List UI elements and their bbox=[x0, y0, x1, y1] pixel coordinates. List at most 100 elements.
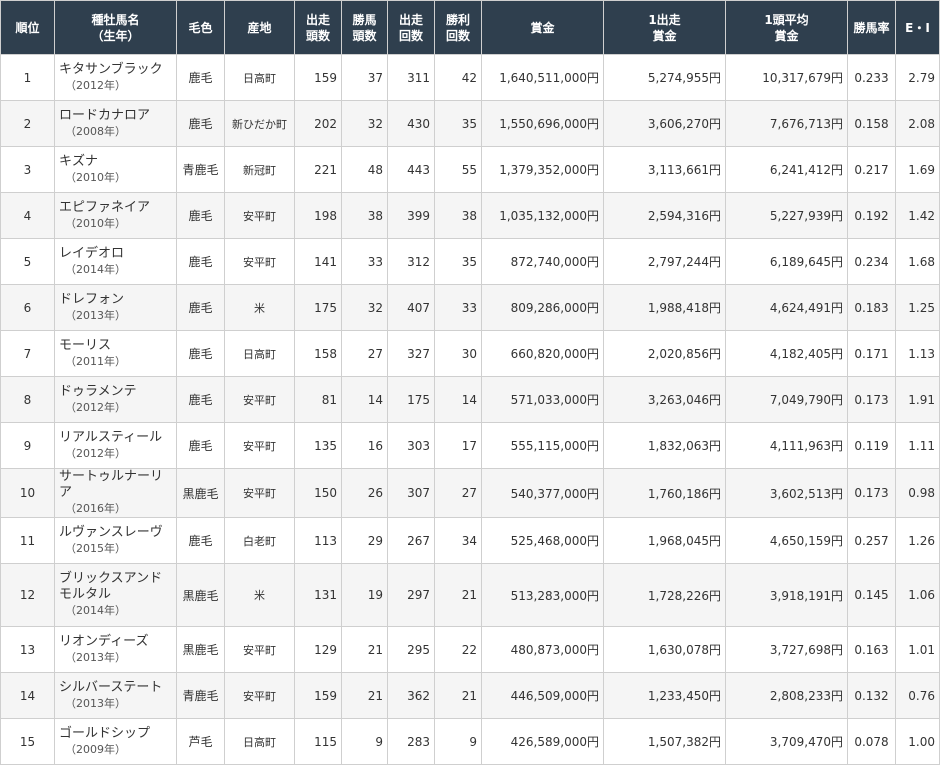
sire-name-link[interactable]: キタサンブラック bbox=[59, 62, 172, 78]
winners-cell: 16 bbox=[341, 422, 388, 469]
coat-color-cell: 青鹿毛 bbox=[176, 146, 225, 193]
sire-name-link[interactable]: レイデオロ bbox=[59, 246, 172, 262]
coat-color-cell: 鹿毛 bbox=[176, 284, 225, 331]
header-win-rate[interactable]: 勝馬率 bbox=[847, 0, 896, 55]
birth-year: （2016年） bbox=[65, 502, 126, 515]
winners-cell: 19 bbox=[341, 563, 388, 627]
header-per-head-earnings[interactable]: 1頭平均 賞金 bbox=[725, 0, 848, 55]
earnings-cell: 1,640,511,000円 bbox=[481, 54, 604, 101]
rank-cell: 2 bbox=[0, 100, 55, 147]
per-head-cell: 6,189,645円 bbox=[725, 238, 848, 285]
header-sire-name[interactable]: 種牡馬名 （生年） bbox=[54, 0, 177, 55]
header-winners[interactable]: 勝馬 頭数 bbox=[341, 0, 388, 55]
origin-cell: 安平町 bbox=[224, 238, 295, 285]
sire-name-link[interactable]: ルヴァンスレーヴ bbox=[59, 525, 172, 541]
sire-name-link[interactable]: モーリス bbox=[59, 338, 172, 354]
sire-name-link[interactable]: ドレフォン bbox=[59, 292, 172, 308]
per-start-cell: 3,606,270円 bbox=[603, 100, 726, 147]
earnings-cell: 660,820,000円 bbox=[481, 330, 604, 377]
starts-cell: 297 bbox=[387, 563, 435, 627]
coat-color-cell: 鹿毛 bbox=[176, 376, 225, 423]
sire-name-link[interactable]: リアルスティール bbox=[59, 430, 172, 446]
starts-cell: 303 bbox=[387, 422, 435, 469]
header-origin[interactable]: 産地 bbox=[224, 0, 295, 55]
win-rate-cell: 0.171 bbox=[847, 330, 896, 377]
header-ei[interactable]: E・I bbox=[895, 0, 940, 55]
birth-year: （2012年） bbox=[65, 78, 126, 92]
starters-cell: 198 bbox=[294, 192, 342, 239]
per-start-cell: 5,274,955円 bbox=[603, 54, 726, 101]
sire-name-cell: ブリックスアンドモルタル （2014年） bbox=[54, 563, 177, 627]
wins-cell: 42 bbox=[434, 54, 482, 101]
sire-name-link[interactable]: キズナ bbox=[59, 154, 172, 170]
earnings-cell: 1,550,696,000円 bbox=[481, 100, 604, 147]
sire-name-link[interactable]: ロードカナロア bbox=[59, 108, 172, 124]
starters-cell: 115 bbox=[294, 718, 342, 765]
origin-cell: 新冠町 bbox=[224, 146, 295, 193]
per-head-cell: 3,709,470円 bbox=[725, 718, 848, 765]
ei-cell: 1.26 bbox=[895, 517, 940, 564]
origin-cell: 日高町 bbox=[224, 330, 295, 377]
header-starts[interactable]: 出走 回数 bbox=[387, 0, 435, 55]
wins-cell: 35 bbox=[434, 238, 482, 285]
sire-name-link[interactable]: リオンディーズ bbox=[59, 634, 172, 650]
coat-color-cell: 鹿毛 bbox=[176, 330, 225, 377]
birth-year: （2012年） bbox=[65, 446, 126, 460]
rank-cell: 15 bbox=[0, 718, 55, 765]
per-head-cell: 4,650,159円 bbox=[725, 517, 848, 564]
birth-year: （2014年） bbox=[65, 604, 126, 617]
table-row: 6 ドレフォン （2013年） 鹿毛米 175 32 407 33 809,286,000円 1,… bbox=[0, 284, 940, 331]
starts-cell: 312 bbox=[387, 238, 435, 285]
table-header: 順位 種牡馬名 （生年） 毛色 産地 出走 頭数 勝馬 頭数 出走 回数 勝利 … bbox=[0, 0, 940, 55]
header-rank[interactable]: 順位 bbox=[0, 0, 55, 55]
starters-cell: 150 bbox=[294, 468, 342, 518]
sire-name-cell: リオンディーズ （2013年） bbox=[54, 626, 177, 673]
earnings-cell: 872,740,000円 bbox=[481, 238, 604, 285]
coat-color-cell: 黒鹿毛 bbox=[176, 468, 225, 518]
sire-name-link[interactable]: ブリックスアンドモルタル bbox=[59, 571, 172, 603]
earnings-cell: 426,589,000円 bbox=[481, 718, 604, 765]
header-earnings[interactable]: 賞金 bbox=[481, 0, 604, 55]
ei-cell: 1.42 bbox=[895, 192, 940, 239]
origin-cell: 米 bbox=[224, 563, 295, 627]
wins-cell: 17 bbox=[434, 422, 482, 469]
sire-name-link[interactable]: サートゥルナーリア bbox=[59, 469, 172, 501]
ei-cell: 1.00 bbox=[895, 718, 940, 765]
winners-cell: 29 bbox=[341, 517, 388, 564]
sire-name-cell: リアルスティール （2012年） bbox=[54, 422, 177, 469]
table-row: 15 ゴールドシップ （2009年） 芦毛 日高町 115 9 283 9 426,589,000… bbox=[0, 718, 940, 765]
ei-cell: 1.11 bbox=[895, 422, 940, 469]
sire-name-cell: レイデオロ （2014年） bbox=[54, 238, 177, 285]
table-row: 13 リオンディーズ （2013年） 黒鹿毛 安平町 129 21 295 22 480,873,… bbox=[0, 626, 940, 673]
birth-year: （2010年） bbox=[65, 170, 126, 184]
sire-name-cell: ゴールドシップ （2009年） bbox=[54, 718, 177, 765]
earnings-cell: 809,286,000円 bbox=[481, 284, 604, 331]
earnings-cell: 1,379,352,000円 bbox=[481, 146, 604, 193]
winners-cell: 32 bbox=[341, 284, 388, 331]
starters-cell: 159 bbox=[294, 672, 342, 719]
wins-cell: 33 bbox=[434, 284, 482, 331]
ei-cell: 2.79 bbox=[895, 54, 940, 101]
per-head-cell: 5,227,939円 bbox=[725, 192, 848, 239]
per-head-cell: 4,111,963円 bbox=[725, 422, 848, 469]
header-wins[interactable]: 勝利 回数 bbox=[434, 0, 482, 55]
per-start-cell: 2,020,856円 bbox=[603, 330, 726, 377]
sire-name-link[interactable]: エピファネイア bbox=[59, 200, 172, 216]
starts-cell: 362 bbox=[387, 672, 435, 719]
win-rate-cell: 0.257 bbox=[847, 517, 896, 564]
sire-name-link[interactable]: ゴールドシップ bbox=[59, 726, 172, 742]
header-starters[interactable]: 出走 頭数 bbox=[294, 0, 342, 55]
sire-name-link[interactable]: ドゥラメンテ bbox=[59, 384, 172, 400]
birth-year: （2014年） bbox=[65, 262, 126, 276]
rank-cell: 14 bbox=[0, 672, 55, 719]
sire-name-link[interactable]: シルバーステート bbox=[59, 680, 172, 696]
per-head-cell: 10,317,679円 bbox=[725, 54, 848, 101]
birth-year: （2012年） bbox=[65, 400, 126, 414]
header-per-start-earnings[interactable]: 1出走 賞金 bbox=[603, 0, 726, 55]
rank-cell: 7 bbox=[0, 330, 55, 377]
table-body: 1 キタサンブラック （2012年） 鹿毛 日高町 159 37 311 42 1,640,511… bbox=[0, 54, 940, 765]
ei-cell: 1.01 bbox=[895, 626, 940, 673]
header-coat-color[interactable]: 毛色 bbox=[176, 0, 225, 55]
sire-name-cell: ロードカナロア （2008年） bbox=[54, 100, 177, 147]
table-row: 5 レイデオロ （2014年） 鹿毛 安平町 141 33 312 35 872,740,000円… bbox=[0, 238, 940, 285]
